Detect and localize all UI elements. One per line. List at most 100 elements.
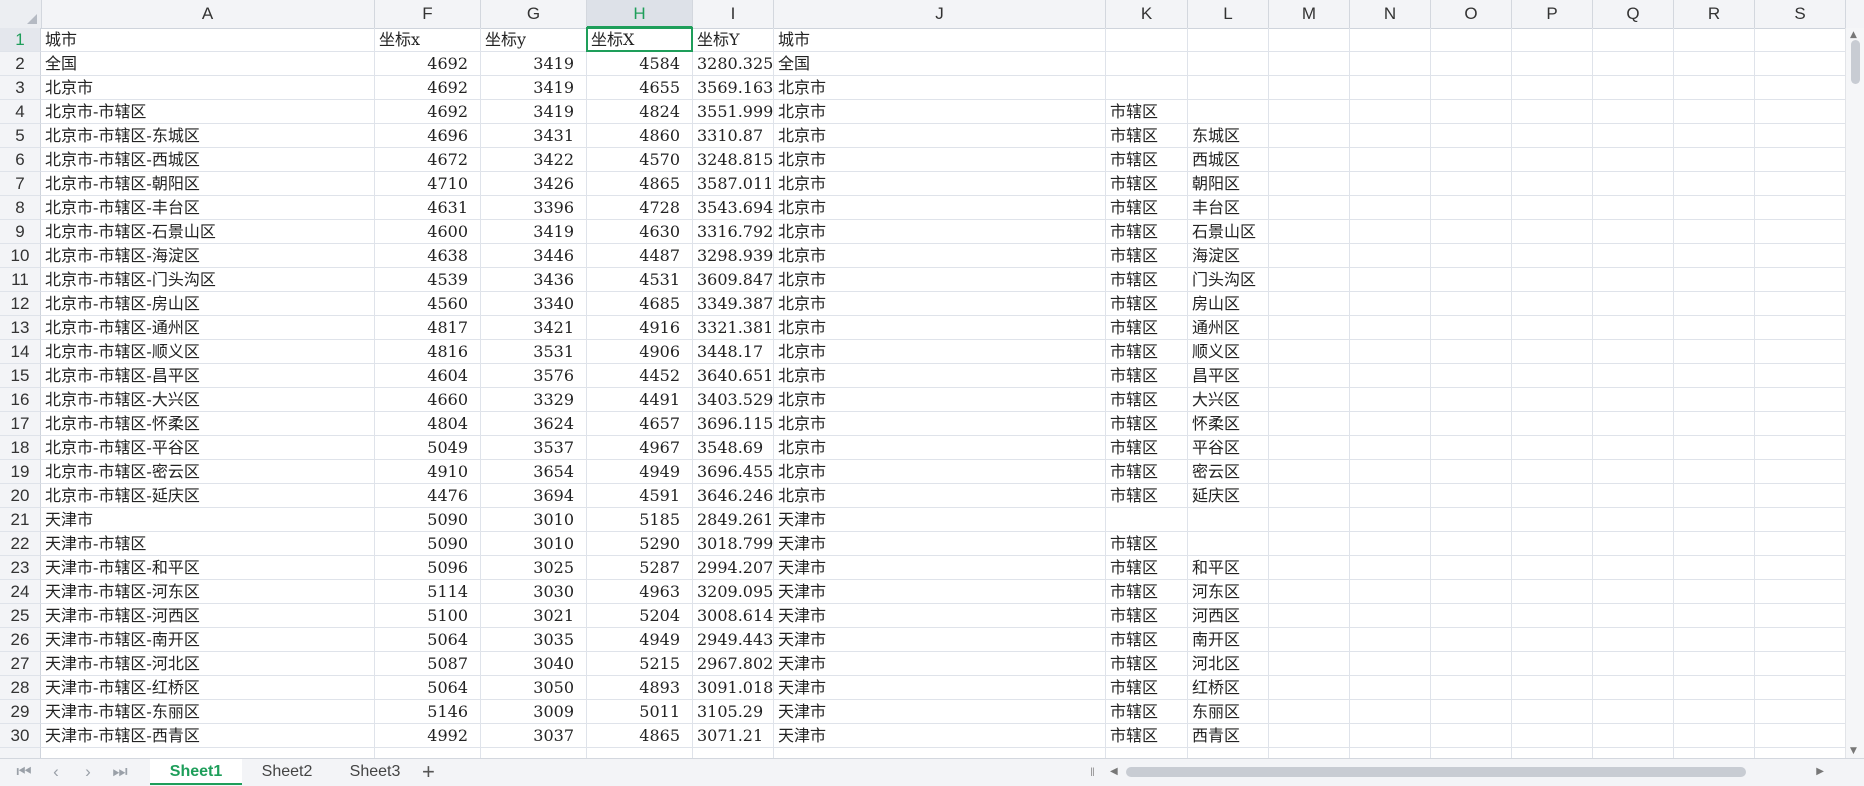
cell-r[interactable] [1674,196,1755,220]
cell-g[interactable]: 3329 [481,388,587,412]
cell-r[interactable] [1674,388,1755,412]
cell-m[interactable] [1269,220,1350,244]
cell-j[interactable]: 北京市 [774,460,1106,484]
cell-i[interactable]: 3696.455 [693,460,774,484]
cell-p[interactable] [1512,148,1593,172]
cell-n[interactable] [1350,196,1431,220]
column-header-i[interactable]: I [693,0,774,28]
cell-f[interactable]: 5146 [375,700,481,724]
cell-g[interactable]: 3010 [481,532,587,556]
cell-h[interactable]: 4906 [587,340,693,364]
cell-f[interactable]: 4692 [375,52,481,76]
cell-h[interactable]: 4916 [587,316,693,340]
cell-f[interactable]: 5090 [375,508,481,532]
cell-f[interactable]: 4600 [375,220,481,244]
vertical-scrollbar[interactable]: ▲ ▼ [1845,28,1864,758]
cell-j[interactable]: 天津市 [774,580,1106,604]
cell-i[interactable] [693,748,774,758]
cell-g[interactable]: 3694 [481,484,587,508]
cell-p[interactable] [1512,412,1593,436]
cell-j[interactable]: 北京市 [774,436,1106,460]
cell-k[interactable]: 市辖区 [1106,580,1188,604]
cell-f[interactable]: 5090 [375,532,481,556]
last-sheet-icon[interactable]: ⏭ [108,762,132,782]
cell-g[interactable]: 3422 [481,148,587,172]
column-header-n[interactable]: N [1350,0,1431,28]
cell-p[interactable] [1512,364,1593,388]
cell-f[interactable]: 4539 [375,268,481,292]
cell-a[interactable]: 北京市 [41,76,375,100]
cell-j[interactable]: 天津市 [774,628,1106,652]
cell-a[interactable]: 北京市-市辖区 [41,100,375,124]
cell-r[interactable] [1674,52,1755,76]
cell-s[interactable] [1755,100,1846,124]
row-header[interactable]: 9 [0,220,41,244]
cell-g[interactable]: 3340 [481,292,587,316]
cell-i[interactable]: 3298.939 [693,244,774,268]
cell-r[interactable] [1674,412,1755,436]
row-header[interactable]: 28 [0,676,41,700]
split-handle-icon[interactable]: ‖ [1090,765,1095,779]
cell-q[interactable] [1593,388,1674,412]
cell-l[interactable] [1188,76,1269,100]
cell-g[interactable]: 3037 [481,724,587,748]
cell-r[interactable] [1674,556,1755,580]
cell-n[interactable] [1350,340,1431,364]
cell-g[interactable]: 3419 [481,52,587,76]
cell-k[interactable] [1106,28,1188,52]
cell-q[interactable] [1593,580,1674,604]
cell-k[interactable]: 市辖区 [1106,364,1188,388]
row-header[interactable]: 18 [0,436,41,460]
cell-l[interactable] [1188,748,1269,758]
cell-g[interactable]: 3030 [481,580,587,604]
cell-i[interactable]: 3569.163 [693,76,774,100]
cell-f[interactable]: 5064 [375,676,481,700]
cell-a[interactable]: 天津市-市辖区-西青区 [41,724,375,748]
cell-p[interactable] [1512,676,1593,700]
cell-k[interactable] [1106,748,1188,758]
cell-l[interactable]: 密云区 [1188,460,1269,484]
row-header[interactable]: 17 [0,412,41,436]
cell-o[interactable] [1431,244,1512,268]
cell-m[interactable] [1269,100,1350,124]
cell-o[interactable] [1431,388,1512,412]
cell-s[interactable] [1755,364,1846,388]
cell-o[interactable] [1431,580,1512,604]
column-header-p[interactable]: P [1512,0,1593,28]
column-header-f[interactable]: F [375,0,481,28]
cell-g[interactable]: 3419 [481,76,587,100]
cell-h[interactable]: 4860 [587,124,693,148]
cell-a[interactable]: 北京市-市辖区-延庆区 [41,484,375,508]
cell-m[interactable] [1269,412,1350,436]
cell-q[interactable] [1593,484,1674,508]
cell-q[interactable] [1593,412,1674,436]
cell-r[interactable] [1674,436,1755,460]
column-header-k[interactable]: K [1106,0,1188,28]
cell-h[interactable]: 4865 [587,172,693,196]
cell-a[interactable]: 天津市-市辖区-和平区 [41,556,375,580]
cell-j[interactable]: 北京市 [774,340,1106,364]
cell-l[interactable]: 延庆区 [1188,484,1269,508]
cell-r[interactable] [1674,700,1755,724]
cell-p[interactable] [1512,76,1593,100]
cell-s[interactable] [1755,388,1846,412]
cell-r[interactable] [1674,28,1755,52]
cell-q[interactable] [1593,196,1674,220]
cell-h[interactable]: 5204 [587,604,693,628]
row-header[interactable]: 5 [0,124,41,148]
cell-q[interactable] [1593,268,1674,292]
cell-g[interactable]: 3021 [481,604,587,628]
cell-k[interactable]: 市辖区 [1106,628,1188,652]
cell-m[interactable] [1269,556,1350,580]
cell-a[interactable]: 北京市-市辖区-石景山区 [41,220,375,244]
scroll-up-icon[interactable]: ▲ [1850,30,1857,40]
column-header-o[interactable]: O [1431,0,1512,28]
cell-n[interactable] [1350,412,1431,436]
cell-p[interactable] [1512,628,1593,652]
cell-h[interactable]: 4591 [587,484,693,508]
cell-h[interactable]: 4570 [587,148,693,172]
cell-s[interactable] [1755,172,1846,196]
cell-p[interactable] [1512,28,1593,52]
cell-i[interactable]: 3209.095 [693,580,774,604]
cell-p[interactable] [1512,532,1593,556]
